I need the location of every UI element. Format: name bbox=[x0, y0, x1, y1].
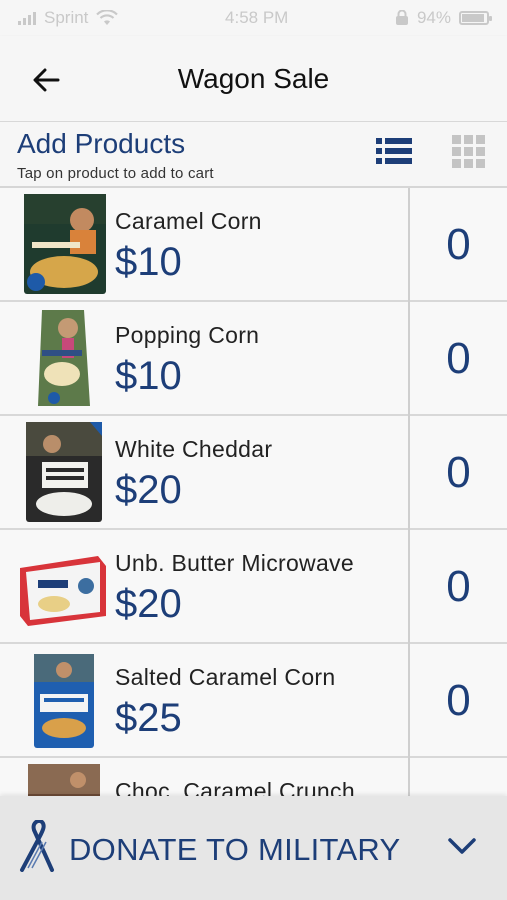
product-quantity[interactable]: 0 bbox=[410, 188, 507, 302]
section-subtitle: Tap on product to add to cart bbox=[17, 165, 214, 182]
product-quantity[interactable]: 0 bbox=[410, 530, 507, 644]
donate-bar[interactable]: DONATE TO MILITARY bbox=[0, 796, 507, 900]
product-price: $25 bbox=[115, 696, 182, 740]
grid-view-icon[interactable] bbox=[452, 135, 486, 169]
status-bar: Sprint 4:58 PM 94% bbox=[0, 0, 507, 36]
orientation-lock-icon bbox=[395, 10, 408, 25]
product-name: Choc. Caramel Crunch bbox=[115, 778, 355, 796]
ribbon-icon bbox=[20, 820, 54, 872]
product-price: $20 bbox=[115, 582, 182, 626]
products-header: Add Products Tap on product to add to ca… bbox=[0, 122, 507, 186]
chevron-down-icon[interactable] bbox=[446, 834, 478, 858]
product-quantity[interactable] bbox=[410, 758, 507, 796]
battery-percent: 94% bbox=[416, 8, 451, 27]
product-quantity[interactable]: 0 bbox=[410, 302, 507, 416]
carrier-label: Sprint bbox=[44, 8, 89, 27]
product-name: White Cheddar bbox=[115, 436, 273, 462]
white-cheddar-product-image bbox=[26, 422, 102, 522]
product-name: Popping Corn bbox=[115, 322, 260, 348]
section-title: Add Products bbox=[17, 128, 186, 159]
product-list: Caramel Corn $10 0 Popping Corn $10 0 Wh… bbox=[0, 186, 507, 796]
product-row[interactable]: Salted Caramel Corn $25 0 bbox=[0, 644, 507, 758]
product-row[interactable]: Caramel Corn $10 0 bbox=[0, 188, 507, 302]
wifi-icon bbox=[96, 10, 119, 25]
product-quantity[interactable]: 0 bbox=[410, 644, 507, 758]
battery-icon bbox=[458, 11, 492, 25]
product-row[interactable]: Unb. Butter Microwave $20 0 bbox=[0, 530, 507, 644]
app-bar: Wagon Sale bbox=[0, 36, 507, 122]
donate-label: DONATE TO MILITARY bbox=[69, 832, 401, 867]
page-title: Wagon Sale bbox=[177, 62, 330, 94]
product-row[interactable]: White Cheddar $20 0 bbox=[0, 416, 507, 530]
product-price: $10 bbox=[115, 354, 182, 398]
salted-caramel-product-image bbox=[34, 654, 94, 748]
caramel-corn-product-image bbox=[24, 194, 106, 294]
product-name: Unb. Butter Microwave bbox=[115, 550, 354, 576]
popping-corn-product-image bbox=[38, 310, 90, 406]
product-row[interactable]: Popping Corn $10 0 bbox=[0, 302, 507, 416]
back-button[interactable] bbox=[26, 60, 66, 100]
status-left: Sprint bbox=[18, 8, 119, 28]
list-view-icon[interactable] bbox=[376, 135, 412, 167]
product-row[interactable]: Choc. Caramel Crunch bbox=[0, 758, 507, 796]
signal-icon bbox=[18, 11, 36, 25]
back-arrow-icon bbox=[33, 68, 60, 92]
product-name: Caramel Corn bbox=[115, 208, 262, 234]
choc-caramel-product-image bbox=[28, 764, 100, 796]
status-right: 94% bbox=[395, 8, 492, 28]
product-price: $10 bbox=[115, 240, 182, 284]
product-name: Salted Caramel Corn bbox=[115, 664, 336, 690]
product-quantity[interactable]: 0 bbox=[410, 416, 507, 530]
product-price: $20 bbox=[115, 468, 182, 512]
butter-microwave-product-image bbox=[20, 556, 106, 626]
clock: 4:58 PM bbox=[225, 8, 289, 27]
